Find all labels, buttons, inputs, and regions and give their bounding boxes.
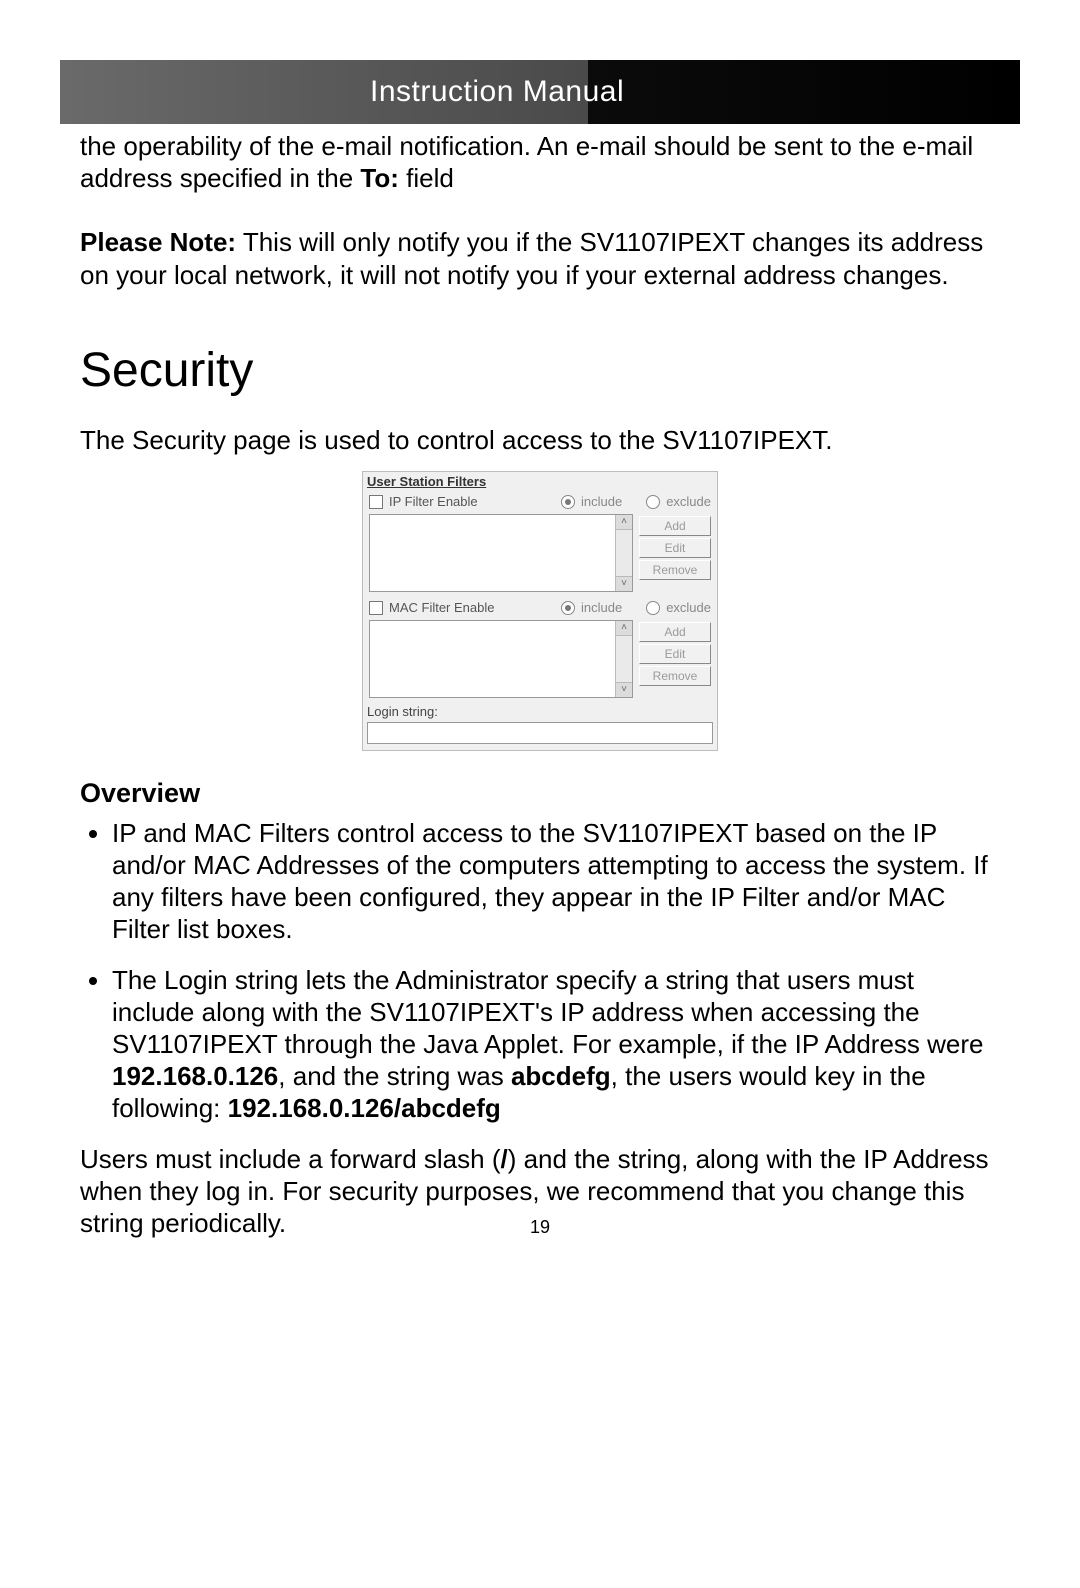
login-string-label: Login string: [367, 704, 438, 719]
ip-filter-enable-checkbox[interactable] [369, 495, 383, 509]
login-string-input[interactable] [367, 722, 713, 744]
please-note-paragraph: Please Note: This will only notify you i… [80, 226, 1000, 290]
page-number: 19 [0, 1217, 1080, 1238]
full-example: 192.168.0.126/abcdefg [228, 1093, 501, 1123]
security-heading: Security [80, 341, 1000, 401]
overview-list: IP and MAC Filters control access to the… [80, 817, 1000, 1125]
b2-b: , and the string was [278, 1061, 511, 1091]
mac-listbox-scrollbar[interactable]: ˄ ˅ [615, 621, 632, 697]
slash: / [500, 1144, 507, 1174]
user-station-filters-panel: User Station Filters IP Filter Enable in… [362, 471, 718, 751]
b2-a: The Login string lets the Administrator … [112, 965, 984, 1059]
scroll-down-icon[interactable]: ˅ [616, 576, 632, 591]
ip-exclude-radio[interactable] [646, 495, 660, 509]
usf-title: User Station Filters [363, 472, 717, 492]
mac-exclude-label: exclude [666, 600, 711, 616]
overview-bullet-2: The Login string lets the Administrator … [112, 964, 1000, 1125]
mac-include-label: include [581, 600, 622, 616]
ip-edit-button[interactable]: Edit [639, 538, 711, 558]
overview-heading: Overview [80, 777, 1000, 810]
ip-filter-enable-label: IP Filter Enable [389, 494, 478, 510]
ip-filter-section: IP Filter Enable include exclude ˄ ˅ [363, 492, 717, 598]
intro-tail: field [399, 163, 454, 193]
scroll-down-icon[interactable]: ˅ [616, 682, 632, 697]
str-example: abcdefg [511, 1061, 611, 1091]
login-string-row: Login string: [363, 704, 717, 750]
ip-include-radio[interactable] [561, 495, 575, 509]
mac-exclude-radio[interactable] [646, 601, 660, 615]
ip-example: 192.168.0.126 [112, 1061, 278, 1091]
mac-filter-enable-label: MAC Filter Enable [389, 600, 494, 616]
manual-page: Instruction Manual the operability of th… [0, 0, 1080, 1588]
ip-include-label: include [581, 494, 622, 510]
ip-add-button[interactable]: Add [639, 516, 711, 536]
ip-remove-button[interactable]: Remove [639, 560, 711, 580]
page-body: the operability of the e-mail notificati… [80, 130, 1000, 1243]
to-label: To: [360, 163, 399, 193]
ip-exclude-label: exclude [666, 494, 711, 510]
intro-paragraph-1: the operability of the e-mail notificati… [80, 130, 1000, 194]
mac-filter-listbox[interactable]: ˄ ˅ [369, 620, 633, 698]
scroll-up-icon[interactable]: ˄ [616, 515, 632, 530]
mac-remove-button[interactable]: Remove [639, 666, 711, 686]
header-bar: Instruction Manual [60, 60, 1020, 124]
mac-include-radio[interactable] [561, 601, 575, 615]
ip-filter-listbox[interactable]: ˄ ˅ [369, 514, 633, 592]
security-intro: The Security page is used to control acc… [80, 424, 1000, 456]
ip-listbox-scrollbar[interactable]: ˄ ˅ [615, 515, 632, 591]
please-note-label: Please Note: [80, 227, 236, 257]
mac-filter-section: MAC Filter Enable include exclude ˄ ˅ [363, 598, 717, 704]
scroll-up-icon[interactable]: ˄ [616, 621, 632, 636]
mac-filter-enable-checkbox[interactable] [369, 601, 383, 615]
header-title: Instruction Manual [370, 75, 624, 109]
overview-bullet-1: IP and MAC Filters control access to the… [112, 817, 1000, 946]
trail-a: Users must include a forward slash ( [80, 1144, 500, 1174]
mac-add-button[interactable]: Add [639, 622, 711, 642]
intro-text: the operability of the e-mail notificati… [80, 131, 973, 193]
mac-edit-button[interactable]: Edit [639, 644, 711, 664]
